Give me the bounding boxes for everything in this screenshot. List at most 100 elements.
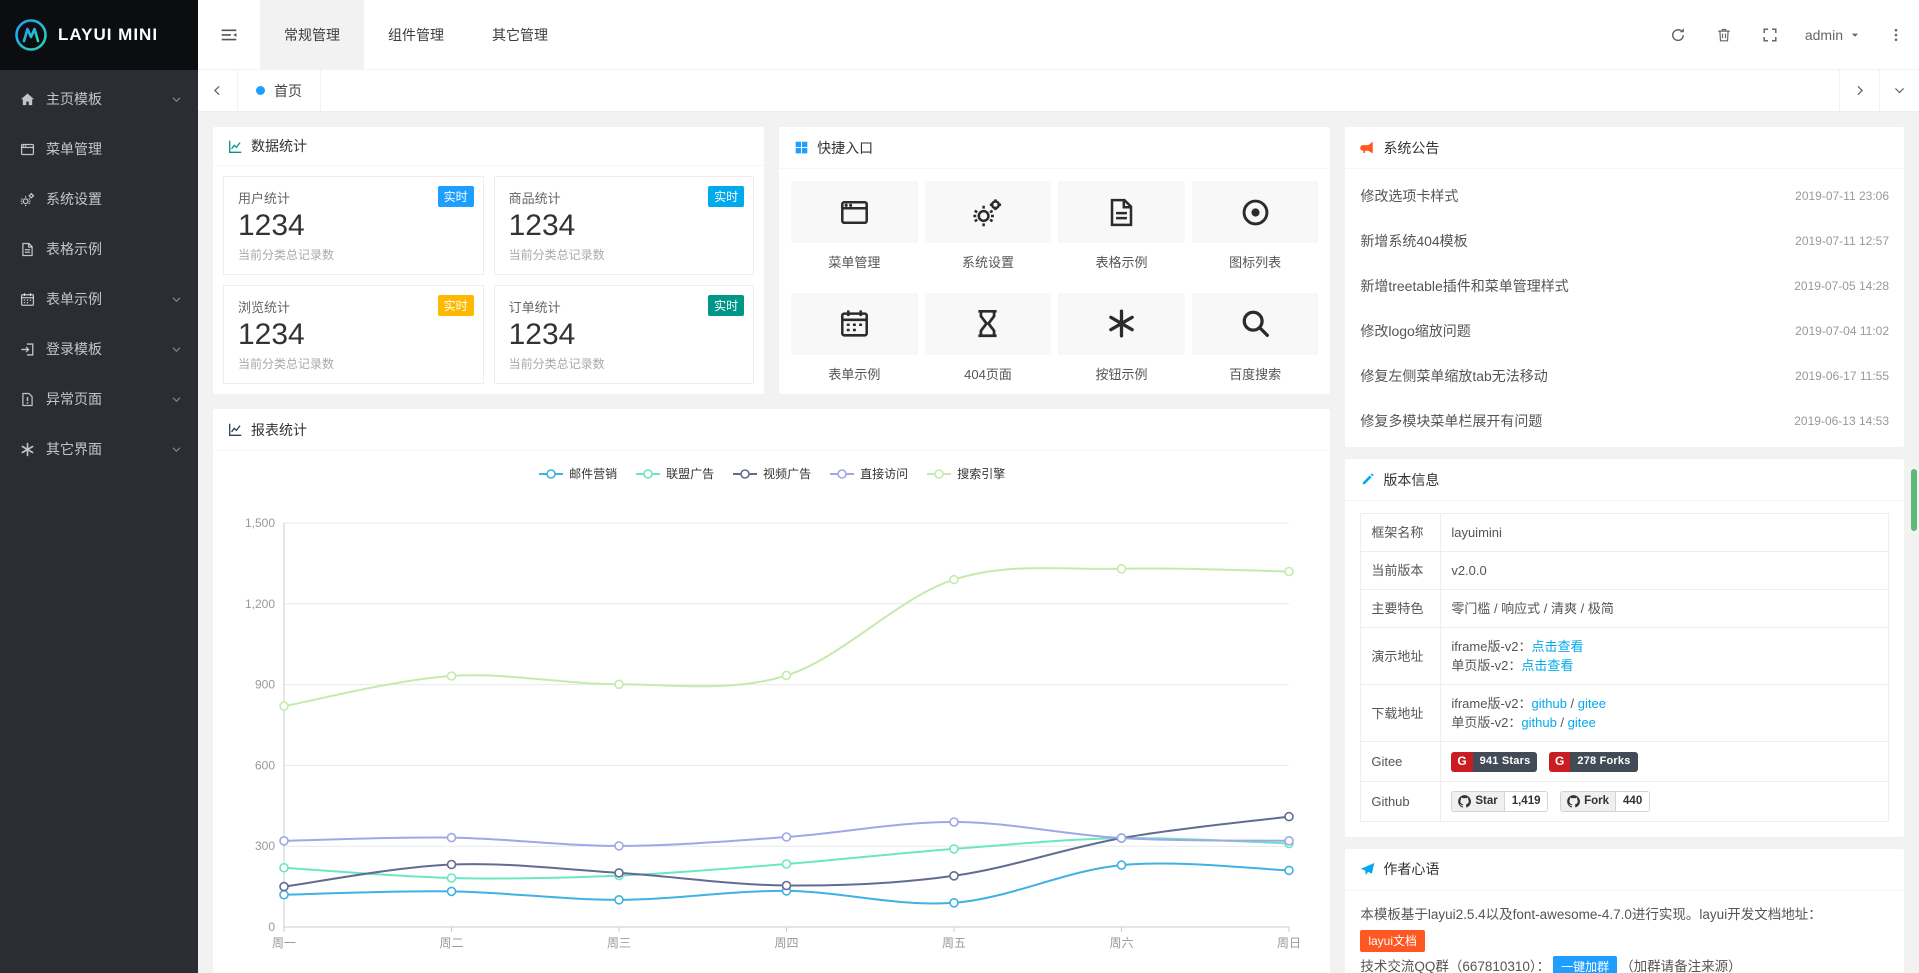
version-card: 版本信息 框架名称 layuimini 当前版本 v2 (1345, 459, 1904, 837)
announcement-item[interactable]: 修复左侧菜单缩放tab无法移动 2019-06-17 11:55 (1360, 353, 1889, 398)
fullscreen-button[interactable] (1747, 0, 1793, 69)
report-card: 报表统计 邮件营销联盟广告视频广告直接访问搜索引擎 03006009001,20… (213, 409, 1330, 973)
stat-value: 1234 (238, 208, 469, 244)
demo-iframe-link[interactable]: 点击查看 (1532, 639, 1584, 654)
quick-entry-label: 表单示例 (791, 364, 918, 383)
legend-item-1[interactable]: 联盟广告 (635, 465, 714, 482)
tab-scroll-left-button[interactable] (198, 70, 238, 111)
caret-down-icon (1849, 29, 1861, 41)
tab-operations-button[interactable] (1879, 70, 1919, 111)
chevron-down-icon (1893, 84, 1906, 97)
logo[interactable]: LAYUI MINI (0, 0, 198, 70)
quick-entry-0[interactable]: 菜单管理 (791, 181, 918, 277)
quick-card-title: 快捷入口 (817, 138, 873, 158)
stat-value: 1234 (238, 317, 469, 353)
svg-text:周二: 周二 (440, 936, 464, 950)
version-row-label: 下载地址 (1361, 685, 1441, 742)
current-version: v2.0.0 (1441, 552, 1889, 590)
legend-item-0[interactable]: 邮件营销 (538, 465, 617, 482)
gitee-stars-badge[interactable]: G941 Stars (1451, 752, 1537, 772)
sidebar-item-3[interactable]: 表格示例 (0, 224, 198, 274)
quick-entry-3[interactable]: 图标列表 (1192, 181, 1319, 277)
chevdown-icon (171, 444, 182, 455)
collapse-sidebar-button[interactable] (198, 0, 260, 69)
file-icon (1106, 197, 1137, 228)
tab-scroll-right-button[interactable] (1839, 70, 1879, 111)
sidebar-item-7[interactable]: 其它界面 (0, 424, 198, 474)
download-spa-github-link[interactable]: github (1521, 715, 1556, 730)
realtime-badge: 实时 (438, 295, 474, 316)
announcement-text: 新增系统404模板 (1360, 231, 1467, 251)
quick-entry-2[interactable]: 表格示例 (1058, 181, 1185, 277)
top-nav-tab-2[interactable]: 其它管理 (468, 0, 572, 69)
sidebar-item-5[interactable]: 登录模板 (0, 324, 198, 374)
clear-cache-button[interactable] (1701, 0, 1747, 69)
demo-links-cell: iframe版-v2：点击查看 单页版-v2：点击查看 (1441, 628, 1889, 685)
announcement-text: 修改选项卡样式 (1360, 186, 1458, 206)
download-iframe-gitee-link[interactable]: gitee (1578, 696, 1606, 711)
stat-value: 1234 (509, 208, 740, 244)
download-iframe-github-link[interactable]: github (1532, 696, 1567, 711)
download-spa-gitee-link[interactable]: gitee (1568, 715, 1596, 730)
sidebar-item-label: 表格示例 (46, 239, 182, 259)
announcements-header: 系统公告 (1345, 127, 1904, 169)
github-fork-badge[interactable]: Fork 440 (1560, 791, 1650, 812)
qq-group-badge[interactable]: 一键加群 (1553, 956, 1617, 973)
scrollbar-thumb[interactable] (1911, 469, 1917, 531)
top-nav-tab-0[interactable]: 常规管理 (260, 0, 364, 69)
announcement-date: 2019-06-17 11:55 (1795, 369, 1889, 383)
stats-card-title: 数据统计 (251, 136, 307, 156)
quick-entry-5[interactable]: 404页面 (925, 293, 1052, 389)
user-menu[interactable]: admin (1793, 0, 1873, 69)
version-row-label: 演示地址 (1361, 628, 1441, 685)
announcement-item[interactable]: 新增treetable插件和菜单管理样式 2019-07-05 14:28 (1360, 263, 1889, 308)
tab-home[interactable]: 首页 (238, 70, 321, 111)
announcement-date: 2019-07-11 23:06 (1795, 189, 1889, 203)
sidebar-item-6[interactable]: 异常页面 (0, 374, 198, 424)
announcement-date: 2019-06-13 14:53 (1794, 414, 1889, 428)
stats-card-header: 数据统计 (213, 127, 764, 166)
quick-grid: 菜单管理 系统设置 表格示例 图标列表 表单示例 404页面 按钮示例 百度搜索 (779, 169, 1330, 394)
header-actions: admin (1655, 0, 1919, 69)
sidebar-item-4[interactable]: 表单示例 (0, 274, 198, 324)
quick-card-icon (794, 140, 809, 155)
active-tab-dot (256, 86, 265, 95)
legend-item-4[interactable]: 搜索引擎 (926, 465, 1005, 482)
quick-entry-4[interactable]: 表单示例 (791, 293, 918, 389)
announcement-item[interactable]: 修复多模块菜单栏展开有问题 2019-06-13 14:53 (1360, 398, 1889, 443)
pen-icon (1360, 472, 1375, 487)
legend-item-3[interactable]: 直接访问 (829, 465, 908, 482)
refresh-button[interactable] (1655, 0, 1701, 69)
author-card: 作者心语 本模板基于layui2.5.4以及font-awesome-4.7.0… (1345, 849, 1904, 973)
logo-icon (14, 18, 48, 52)
quick-entry-1[interactable]: 系统设置 (925, 181, 1052, 277)
quick-entry-label: 系统设置 (925, 252, 1052, 271)
quick-entry-card: 快捷入口 菜单管理 系统设置 表格示例 图标列表 表单示例 404页面 按钮示例… (779, 127, 1330, 394)
announcement-item[interactable]: 修改选项卡样式 2019-07-11 23:06 (1360, 173, 1889, 218)
announcement-date: 2019-07-05 14:28 (1794, 279, 1889, 293)
quick-entry-7[interactable]: 百度搜索 (1192, 293, 1319, 389)
chevron-left-icon (211, 84, 224, 97)
sidebar-item-0[interactable]: 主页模板 (0, 74, 198, 124)
demo-spa-link[interactable]: 点击查看 (1521, 658, 1573, 673)
quick-entry-6[interactable]: 按钮示例 (1058, 293, 1185, 389)
more-menu-button[interactable] (1873, 0, 1919, 69)
svg-text:周三: 周三 (607, 936, 631, 950)
announcement-item[interactable]: 新增系统404模板 2019-07-11 12:57 (1360, 218, 1889, 263)
announcement-item[interactable]: 修改logo缩放问题 2019-07-04 11:02 (1360, 308, 1889, 353)
trash-icon (1716, 27, 1732, 43)
github-star-badge[interactable]: Star 1,419 (1451, 791, 1548, 812)
main-content: 数据统计 用户统计 1234 当前分类总记录数 实时 商品统计 1234 当前分… (198, 112, 1919, 973)
username: admin (1805, 27, 1843, 43)
gitee-forks-badge[interactable]: G278 Forks (1549, 752, 1638, 772)
sidebar-item-1[interactable]: 菜单管理 (0, 124, 198, 174)
app-root: LAYUI MINI 主页模板 菜单管理 系统设置 表格示例 表单示例 登录模板… (0, 0, 1919, 973)
legend-item-2[interactable]: 视频广告 (732, 465, 811, 482)
announcement-text: 新增treetable插件和菜单管理样式 (1360, 276, 1568, 296)
sidebar-item-2[interactable]: 系统设置 (0, 174, 198, 224)
stats-card: 数据统计 用户统计 1234 当前分类总记录数 实时 商品统计 1234 当前分… (213, 127, 764, 394)
stat-box: 订单统计 1234 当前分类总记录数 实时 (494, 285, 755, 384)
top-nav-tab-1[interactable]: 组件管理 (364, 0, 468, 69)
layui-doc-badge[interactable]: layui文档 (1360, 930, 1425, 952)
realtime-badge: 实时 (708, 186, 744, 207)
